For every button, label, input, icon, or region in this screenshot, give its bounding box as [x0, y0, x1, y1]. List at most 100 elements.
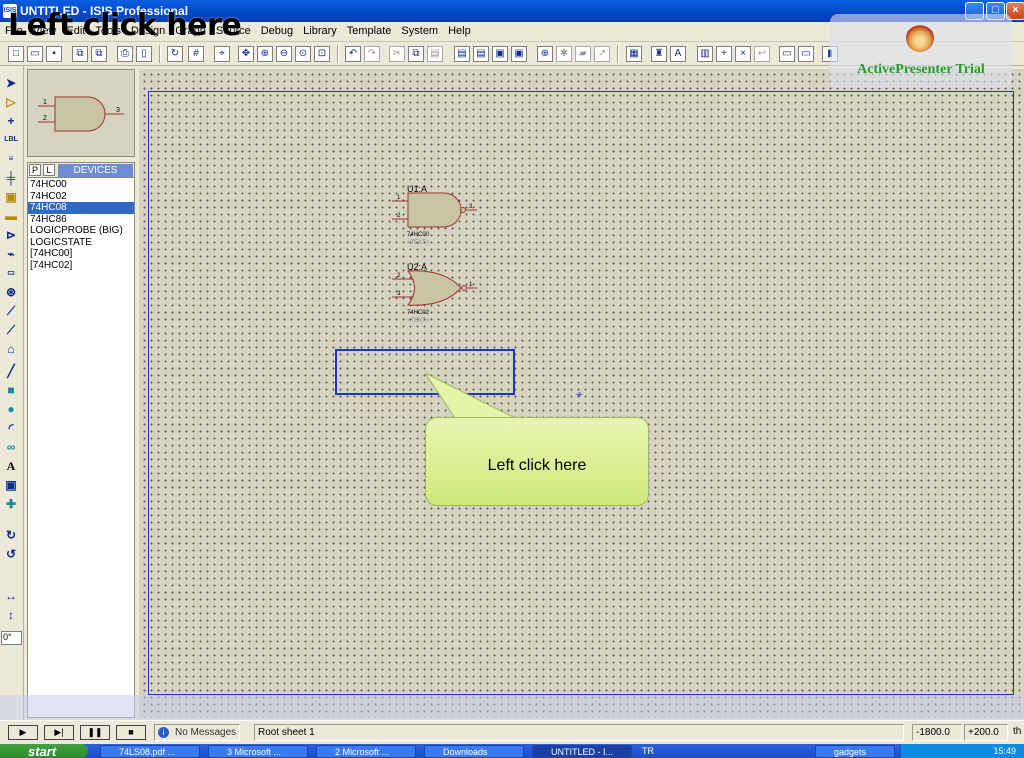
paste-icon[interactable]: ▤ [427, 46, 443, 62]
language-indicator[interactable]: TR [642, 744, 654, 758]
property-assign-icon[interactable]: A [670, 46, 686, 62]
current-probe-icon[interactable]: ⟋ [3, 322, 19, 338]
save-icon[interactable]: ▪ [46, 46, 62, 62]
make-device-icon[interactable]: ✱ [556, 46, 572, 62]
pan-icon[interactable]: ✥ [238, 46, 254, 62]
menu-library[interactable]: Library [298, 22, 342, 40]
wire-label-icon[interactable]: LBL [3, 132, 19, 148]
pick-device-icon[interactable]: ⊕ [537, 46, 553, 62]
rotate-clockwise-icon[interactable]: ↻ [3, 527, 19, 543]
block-delete-icon[interactable]: ▣ [511, 46, 527, 62]
menu-debug[interactable]: Debug [256, 22, 298, 40]
block-copy-icon[interactable]: ▤ [454, 46, 470, 62]
origin-icon[interactable]: ⌖ [214, 46, 230, 62]
menu-template[interactable]: Template [342, 22, 397, 40]
rotate-anticlockwise-icon[interactable]: ↺ [3, 546, 19, 562]
print-icon[interactable]: ⎙ [117, 46, 133, 62]
export-icon[interactable]: ⧉ [91, 46, 107, 62]
device-item[interactable]: 74HC00 [28, 179, 134, 191]
virtual-instruments-icon[interactable]: ⌂ [3, 341, 19, 357]
mirror-horizontal-icon[interactable]: ↔ [3, 588, 19, 604]
device-item[interactable]: [74HC00] [28, 248, 134, 260]
overlay-caption: Left click here [8, 8, 242, 43]
device-item[interactable]: 74HC02 [28, 191, 134, 203]
device-item[interactable]: 74HC86 [28, 214, 134, 226]
device-item-selected[interactable]: 74HC08 [28, 202, 134, 214]
library-manager-button[interactable]: L [43, 164, 55, 176]
text-script-icon[interactable]: ≡ [3, 151, 19, 167]
circle-icon[interactable]: ● [3, 401, 19, 417]
clock[interactable]: 15:49 [993, 746, 1016, 756]
task-pdf[interactable]: 74LS08.pdf ... [100, 745, 200, 758]
block-rotate-icon[interactable]: ▣ [492, 46, 508, 62]
search-tag-icon[interactable]: ♜ [651, 46, 667, 62]
copy-icon[interactable]: ⧉ [408, 46, 424, 62]
wire-autorouter-icon[interactable]: ▦ [626, 46, 642, 62]
exit-parent-icon[interactable]: ↩ [754, 46, 770, 62]
rotation-angle-field[interactable]: 0° [1, 631, 22, 645]
marker-icon[interactable]: ✚ [3, 496, 19, 512]
device-item[interactable]: LOGICPROBE (BIG) [28, 225, 134, 237]
overview-preview[interactable]: 1 2 3 [27, 69, 135, 157]
junction-dot-icon[interactable]: + [3, 113, 19, 129]
area-icon[interactable]: ▯ [136, 46, 152, 62]
redo-icon[interactable]: ↷ [364, 46, 380, 62]
redraw-icon[interactable]: ↻ [167, 46, 183, 62]
task-word-2[interactable]: 2 Microsoft ... [316, 745, 416, 758]
graph-icon[interactable]: ⌁ [3, 246, 19, 262]
selection-mode-icon[interactable]: ➤ [3, 75, 19, 91]
device-item[interactable]: LOGICSTATE [28, 237, 134, 249]
device-item[interactable]: [74HC02] [28, 260, 134, 272]
buses-icon[interactable]: ╪ [3, 170, 19, 186]
box-icon[interactable]: ■ [3, 382, 19, 398]
new-sheet-icon[interactable]: + [716, 46, 732, 62]
arc-icon[interactable]: ◜ [3, 420, 19, 436]
u1-nand-gate[interactable]: U1:A 1 2 3 74HC00 <TEXT> [392, 184, 477, 246]
remove-sheet-icon[interactable]: × [735, 46, 751, 62]
generator-icon[interactable]: ⊛ [3, 284, 19, 300]
terminals-icon[interactable]: ▬ [3, 208, 19, 224]
bill-of-materials-icon[interactable]: ▭ [779, 46, 795, 62]
cut-icon[interactable]: ✂ [389, 46, 405, 62]
zoom-all-icon[interactable]: ⊙ [295, 46, 311, 62]
packaging-icon[interactable]: ▰ [575, 46, 591, 62]
messages-field[interactable]: i No Messages [154, 724, 240, 741]
electrical-check-icon[interactable]: ▭ [798, 46, 814, 62]
stop-button[interactable]: ■ [116, 725, 146, 740]
task-downloads[interactable]: Downloads [424, 745, 524, 758]
schematic-canvas[interactable]: U1:A 1 2 3 74HC00 <TEXT> U2:A 2 3 1 74HC… [139, 69, 1024, 718]
tape-recorder-icon[interactable]: ▭ [3, 265, 19, 281]
u2-nor-gate[interactable]: U2:A 2 3 1 74HC02 <TEXT> [392, 262, 477, 324]
start-button[interactable]: start [0, 744, 88, 758]
symbol-icon[interactable]: ▣ [3, 477, 19, 493]
zoom-area-icon[interactable]: ⊡ [314, 46, 330, 62]
task-gadgets[interactable]: gadgets [815, 745, 895, 758]
task-isis[interactable]: UNTITLED - I... [532, 745, 632, 758]
path-icon[interactable]: ∞ [3, 439, 19, 455]
mirror-vertical-icon[interactable]: ↕ [3, 607, 19, 623]
block-move-icon[interactable]: ▤ [473, 46, 489, 62]
and-gate-preview-icon: 1 2 3 [38, 96, 124, 132]
text-icon[interactable]: A [3, 458, 19, 474]
design-explorer-icon[interactable]: ▥ [697, 46, 713, 62]
component-mode-icon[interactable]: ▷ [3, 94, 19, 110]
step-button[interactable]: ▶| [44, 725, 74, 740]
device-pins-icon[interactable]: ⊳ [3, 227, 19, 243]
undo-icon[interactable]: ↶ [345, 46, 361, 62]
menu-help[interactable]: Help [443, 22, 476, 40]
grid-icon[interactable]: # [188, 46, 204, 62]
pause-button[interactable]: ❚❚ [80, 725, 110, 740]
menu-system[interactable]: System [396, 22, 443, 40]
play-button[interactable]: ▶ [8, 725, 38, 740]
open-folder-icon[interactable]: ▭ [27, 46, 43, 62]
decompose-icon[interactable]: ↗ [594, 46, 610, 62]
new-file-icon[interactable]: □ [8, 46, 24, 62]
import-icon[interactable]: ⧉ [72, 46, 88, 62]
pick-devices-button[interactable]: P [29, 164, 41, 176]
voltage-probe-icon[interactable]: ⟋ [3, 303, 19, 319]
zoom-out-icon[interactable]: ⊖ [276, 46, 292, 62]
zoom-in-icon[interactable]: ⊕ [257, 46, 273, 62]
task-word-1[interactable]: 3 Microsoft ... [208, 745, 308, 758]
line-icon[interactable]: ╱ [3, 363, 19, 379]
subcircuit-icon[interactable]: ▣ [3, 189, 19, 205]
